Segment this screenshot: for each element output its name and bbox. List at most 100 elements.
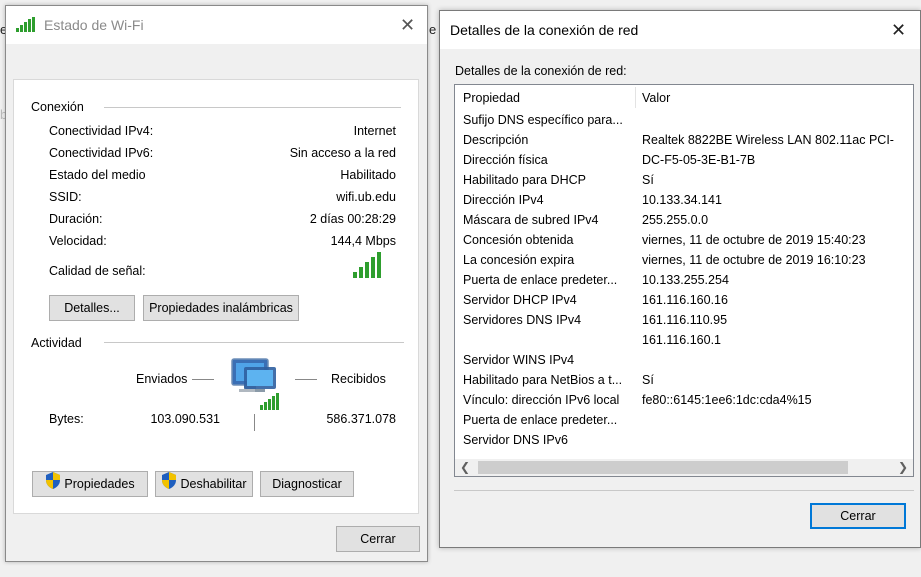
list-item[interactable]: Servidores DNS IPv4 161.116.110.95 <box>455 310 913 330</box>
shield-icon <box>161 472 177 497</box>
property-cell: Máscara de subred IPv4 <box>463 213 599 227</box>
ssid-label: SSID: <box>49 190 82 204</box>
property-cell: Servidores DNS IPv4 <box>463 313 582 327</box>
list-header: Propiedad Valor <box>455 85 913 110</box>
signal-strength-icon <box>353 252 385 281</box>
window-title: Detalles de la conexión de red <box>450 22 639 38</box>
column-header-value[interactable]: Valor <box>642 91 670 105</box>
scroll-right-icon[interactable]: ❯ <box>898 459 908 476</box>
property-cell: Habilitado para DHCP <box>463 173 586 187</box>
value-cell: 10.133.255.254 <box>642 273 729 287</box>
details-list[interactable]: Propiedad Valor Sufijo DNS específico pa… <box>454 84 914 477</box>
general-tab-panel: Conexión Conectividad IPv4: Internet Con… <box>13 79 419 514</box>
sent-label: Enviados <box>136 372 188 386</box>
value-cell: Sí <box>642 173 654 187</box>
details-list-caption: Detalles de la conexión de red: <box>455 64 627 78</box>
disable-button-label: Deshabilitar <box>180 477 247 491</box>
ipv4-connectivity-value: Internet <box>353 124 396 138</box>
disable-button[interactable]: Deshabilitar <box>155 471 253 497</box>
list-item[interactable]: Descripción Realtek 8822BE Wireless LAN 8… <box>455 130 913 150</box>
list-item[interactable]: La concesión expira viernes, 11 de octubr… <box>455 250 913 270</box>
value-cell: DC-F5-05-3E-B1-7B <box>642 153 756 167</box>
properties-button[interactable]: Propiedades <box>32 471 148 497</box>
sent-dash <box>192 379 214 380</box>
list-item[interactable]: Máscara de subred IPv4 255.255.0.0 <box>455 210 913 230</box>
list-item[interactable]: Sufijo DNS específico para... <box>455 110 913 130</box>
list-item[interactable]: Habilitado para NetBios a t... Sí <box>455 370 913 390</box>
wireless-properties-button[interactable]: Propiedades inalámbricas <box>143 295 299 321</box>
list-item[interactable]: Vínculo: dirección IPv6 local fe80::6145:… <box>455 390 913 410</box>
property-cell: Habilitado para NetBios a t... <box>463 373 623 387</box>
scrollbar-thumb[interactable] <box>478 461 848 474</box>
close-icon[interactable]: ✕ <box>400 16 415 34</box>
list-item[interactable]: Servidor DNS IPv6 <box>455 430 913 450</box>
wifi-status-titlebar[interactable]: Estado de Wi-Fi ✕ <box>6 6 427 44</box>
list-item[interactable]: Dirección física DC-F5-05-3E-B1-7B <box>455 150 913 170</box>
bytes-label: Bytes: <box>49 412 84 426</box>
wifi-status-window: Estado de Wi-Fi ✕ Conexión Conectividad … <box>5 5 428 562</box>
property-cell: Sufijo DNS específico para... <box>463 113 623 127</box>
property-cell: Dirección física <box>463 153 548 167</box>
group-divider <box>104 107 401 108</box>
ipv6-connectivity-label: Conectividad IPv6: <box>49 146 154 160</box>
list-item[interactable]: Dirección IPv4 10.133.34.141 <box>455 190 913 210</box>
duration-label: Duración: <box>49 212 103 226</box>
activity-group-label: Actividad <box>31 336 82 350</box>
list-rows: Sufijo DNS específico para... Descripción… <box>455 110 913 450</box>
received-label: Recibidos <box>331 372 386 386</box>
value-cell: Realtek 8822BE Wireless LAN 802.11ac PCI… <box>642 133 894 147</box>
speed-label: Velocidad: <box>49 234 107 248</box>
duration-value: 2 días 00:28:29 <box>309 212 396 226</box>
property-cell: Servidor DNS IPv6 <box>463 433 568 447</box>
close-button[interactable]: Cerrar <box>810 503 906 529</box>
signal-quality-label: Calidad de señal: <box>49 264 146 278</box>
list-item[interactable]: Servidor DHCP IPv4 161.116.160.16 <box>455 290 913 310</box>
column-header-property[interactable]: Propiedad <box>463 91 520 105</box>
property-cell: Dirección IPv4 <box>463 193 544 207</box>
property-cell: Vínculo: dirección IPv6 local <box>463 393 620 407</box>
value-cell: 10.133.34.141 <box>642 193 722 207</box>
diagnose-button[interactable]: Diagnosticar <box>260 471 354 497</box>
close-button[interactable]: Cerrar <box>336 526 420 552</box>
properties-button-label: Propiedades <box>64 477 135 491</box>
value-cell: fe80::6145:1ee6:1dc:cda4%15 <box>642 393 812 407</box>
value-cell: viernes, 11 de octubre de 2019 16:10:23 <box>642 253 866 267</box>
network-computer-icon <box>230 357 290 420</box>
ipv6-connectivity-value: Sin acceso a la red <box>289 146 396 160</box>
value-cell: viernes, 11 de octubre de 2019 15:40:23 <box>642 233 866 247</box>
group-divider <box>104 342 404 343</box>
property-cell: Concesión obtenida <box>463 233 574 247</box>
network-details-titlebar[interactable]: Detalles de la conexión de red ✕ <box>440 11 920 49</box>
media-state-value: Habilitado <box>340 168 396 182</box>
speed-value: 144,4 Mbps <box>330 234 396 248</box>
property-cell: Puerta de enlace predeter... <box>463 413 618 427</box>
list-item[interactable]: Concesión obtenida viernes, 11 de octubre… <box>455 230 913 250</box>
list-item[interactable]: Puerta de enlace predeter... 10.133.255.2… <box>455 270 913 290</box>
list-item[interactable]: Servidor WINS IPv4 <box>455 350 913 370</box>
property-cell: Descripción <box>463 133 529 147</box>
column-separator[interactable] <box>635 87 636 108</box>
shield-icon <box>45 472 61 497</box>
value-cell: 161.116.160.16 <box>642 293 728 307</box>
list-item[interactable]: 161.116.160.1 <box>455 330 913 350</box>
property-cell: Puerta de enlace predeter... <box>463 273 618 287</box>
wifi-signal-icon <box>16 17 36 35</box>
list-item[interactable]: Habilitado para DHCP Sí <box>455 170 913 190</box>
value-cell: 161.116.160.1 <box>642 333 722 347</box>
bytes-received-value: 586.371.078 <box>326 412 396 426</box>
network-details-window: Detalles de la conexión de red ✕ Detalle… <box>439 10 921 548</box>
value-cell: 255.255.0.0 <box>642 213 709 227</box>
footer-divider <box>454 490 914 491</box>
received-dash <box>295 379 317 380</box>
details-button[interactable]: Detalles... <box>49 295 135 321</box>
scroll-left-icon[interactable]: ❮ <box>460 459 470 476</box>
value-cell: Sí <box>642 373 654 387</box>
horizontal-scrollbar[interactable]: ❮ ❯ <box>455 459 913 476</box>
media-state-label: Estado del medio <box>49 168 146 182</box>
ssid-value: wifi.ub.edu <box>336 190 396 204</box>
connection-group-label: Conexión <box>31 100 84 114</box>
bytes-sent-value: 103.090.531 <box>150 412 220 426</box>
activity-divider <box>254 414 255 431</box>
close-icon[interactable]: ✕ <box>891 21 906 39</box>
list-item[interactable]: Puerta de enlace predeter... <box>455 410 913 430</box>
